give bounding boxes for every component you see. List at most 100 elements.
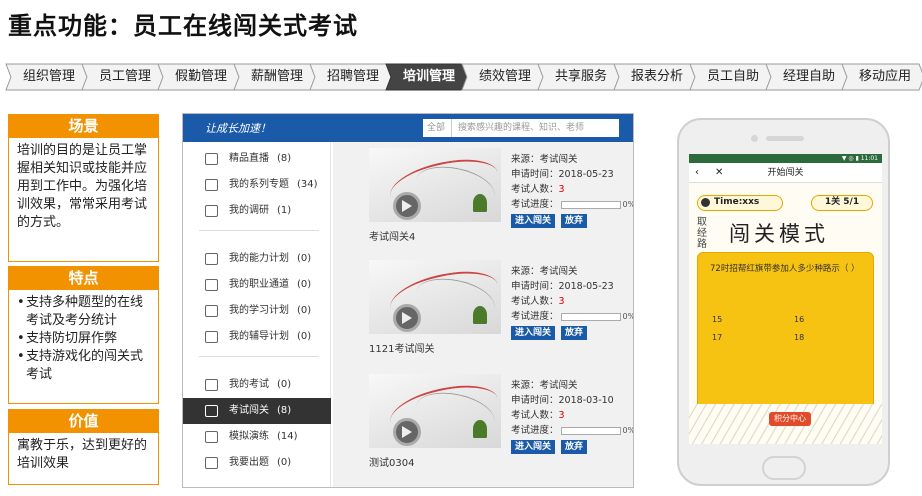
course-info: 来源：考试闯关 申请时间：2018-05-23 考试人数：3 考试进度： 0%: [511, 154, 634, 210]
course-info: 来源：考试闯关 申请时间：2018-05-23 考试人数：3 考试进度： 0%: [511, 266, 634, 322]
course-thumbnail[interactable]: [369, 148, 501, 222]
status-bar: ▼ ◎ ▮ 11:01: [689, 154, 882, 163]
feature-item: 支持防切屏作弊: [17, 330, 150, 348]
play-icon: [402, 312, 412, 324]
enter-challenge-button[interactable]: 进入闯关: [511, 214, 556, 228]
features-box: 支持多种题型的在线考试及考分统计 支持防切屏作弊 支持游戏化的闯关式考试: [8, 290, 159, 404]
nav-tab-2[interactable]: 假勤管理: [158, 64, 240, 90]
nav-tab-0[interactable]: 组织管理: [6, 64, 88, 90]
nav-tab-5[interactable]: 培训管理: [386, 64, 468, 90]
sidebar-item-6[interactable]: 我的辅导计划 (0): [183, 324, 331, 350]
value-text: 寓教于乐，达到更好的培训效果: [17, 438, 148, 471]
search-category[interactable]: 全部: [427, 119, 453, 137]
sidebar-item-10[interactable]: 我要出题 (0): [183, 450, 331, 476]
sidebar-item-9[interactable]: 模拟演练 (14): [183, 424, 331, 450]
course-info: 来源：考试闯关 申请时间：2018-03-10 考试人数：3 考试进度： 0%: [511, 380, 634, 436]
sidebar-count: (0): [277, 379, 292, 390]
progress-bar: [560, 426, 621, 435]
course-thumbnail[interactable]: [369, 374, 501, 448]
nav-tab-9[interactable]: 员工自助: [690, 64, 772, 90]
sidebar-count: (34): [297, 179, 318, 190]
sidebar-item-3[interactable]: 我的能力计划 (0): [183, 246, 331, 272]
exam-challenge-icon: [205, 405, 218, 417]
sidebar-divider: [199, 230, 319, 231]
time-badge: Time:xxs: [697, 195, 783, 211]
nav-tab-11[interactable]: 移动应用: [842, 64, 922, 90]
sidebar-label: 模拟演练: [229, 431, 269, 442]
option-d[interactable]: 18: [794, 333, 804, 342]
enter-challenge-button[interactable]: 进入闯关: [511, 440, 556, 454]
sidebar-item-8[interactable]: 考试闯关 (8): [183, 398, 331, 424]
nav-tab-label: 经理自助: [782, 69, 835, 84]
web-sidebar: 精品直播 (8) 我的系列专题 (34) 我的调研 (1) 我的能力计划 (0) 我的职业通道 (…: [183, 142, 331, 487]
nav-tab-label: 报表分析: [630, 69, 683, 84]
course-card: 测试0304 来源：考试闯关 申请时间：2018-03-10 考试人数：3 考试进度： 0…: [369, 374, 634, 484]
sidebar-label: 我的能力计划: [229, 253, 289, 264]
web-header: 让成长加速！ 全部 搜索感兴趣的课程、知识、老师: [183, 114, 633, 142]
points-center-button[interactable]: 积分中心: [769, 412, 811, 426]
quit-button[interactable]: 放弃: [561, 440, 588, 454]
nav-tab-10[interactable]: 经理自助: [766, 64, 848, 90]
sidebar-divider: [199, 356, 319, 357]
course-name[interactable]: 1121考试闯关: [369, 340, 434, 355]
course-card: 1121考试闯关 来源：考试闯关 申请时间：2018-05-23 考试人数：3 考试进度…: [369, 260, 634, 370]
value-header: 价值: [8, 409, 159, 433]
option-a[interactable]: 15: [712, 315, 722, 324]
study-plan-icon: [205, 305, 218, 317]
nav-tab-7[interactable]: 共享服务: [538, 64, 620, 90]
speaker-slot: [766, 136, 804, 141]
sidebar-label: 我的考试: [229, 379, 269, 390]
sidebar-item-5[interactable]: 我的学习计划 (0): [183, 298, 331, 324]
course-name[interactable]: 测试0304: [369, 454, 414, 469]
sidebar-count: (8): [277, 405, 292, 416]
sidebar-count: (14): [277, 431, 298, 442]
nav-tab-label: 员工自助: [706, 69, 759, 84]
nav-tab-1[interactable]: 员工管理: [82, 64, 164, 90]
question-icon: [205, 457, 218, 469]
home-button[interactable]: [762, 456, 806, 480]
sidebar-item-1[interactable]: 我的系列专题 (34): [183, 172, 331, 198]
close-icon[interactable]: ✕: [715, 163, 723, 183]
sidebar-count: (8): [277, 153, 292, 164]
nav-tab-3[interactable]: 薪酬管理: [234, 64, 316, 90]
nav-tab-8[interactable]: 报表分析: [614, 64, 696, 90]
phone-mockup: ▼ ◎ ▮ 11:01 ‹ ✕ 开始闯关 Time:xxs 1关 5/1 取经路…: [677, 118, 890, 486]
practice-icon: [205, 431, 218, 443]
clock-icon: [701, 198, 710, 207]
features-header: 特点: [8, 266, 159, 290]
nav-tab-6[interactable]: 绩效管理: [462, 64, 544, 90]
search-placeholder: 搜索感兴趣的课程、知识、老师: [458, 123, 585, 133]
course-thumbnail[interactable]: [369, 260, 501, 334]
search-input[interactable]: 全部 搜索感兴趣的课程、知识、老师: [423, 119, 619, 137]
nav-tab-label: 薪酬管理: [250, 69, 303, 84]
feature-item: 支持游戏化的闯关式考试: [17, 348, 150, 384]
sidebar-item-2[interactable]: 我的调研 (1): [183, 198, 331, 224]
web-logo: 让成长加速！: [205, 122, 271, 135]
sidebar-label: 我的职业通道: [229, 279, 289, 290]
sidebar-count: (0): [277, 457, 292, 468]
course-list: 考试闯关4 来源：考试闯关 申请时间：2018-05-23 考试人数：3 考试进度： 0%…: [333, 142, 633, 487]
course-name[interactable]: 考试闯关4: [369, 228, 415, 243]
option-b[interactable]: 16: [794, 315, 804, 324]
scene-text: 培训的目的是让员工掌握相关知识或技能并应用到工作中。为强化培训效果，常常采用考试…: [17, 143, 148, 230]
module-nav-bar: 组织管理 员工管理 假勤管理 薪酬管理 招聘管理 培训管理 绩效管理 共享服务 报表分析 员工自助…: [6, 64, 922, 90]
quit-button[interactable]: 放弃: [561, 214, 588, 228]
scene-header: 场景: [8, 114, 159, 138]
progress-bar: [560, 200, 621, 209]
sidebar-item-4[interactable]: 我的职业通道 (0): [183, 272, 331, 298]
side-text: 取经路: [697, 217, 707, 250]
exam-icon: [205, 379, 218, 391]
sidebar-label: 我的调研: [229, 205, 269, 216]
sidebar-item-0[interactable]: 精品直播 (8): [183, 146, 331, 172]
level-badge: 1关 5/1: [811, 195, 873, 211]
phone-screen: ▼ ◎ ▮ 11:01 ‹ ✕ 开始闯关 Time:xxs 1关 5/1 取经路…: [689, 154, 882, 444]
option-c[interactable]: 17: [712, 333, 722, 342]
nav-tab-4[interactable]: 招聘管理: [310, 64, 392, 90]
enter-challenge-button[interactable]: 进入闯关: [511, 326, 556, 340]
scene-box: 培训的目的是让员工掌握相关知识或技能并应用到工作中。为强化培训效果，常常采用考试…: [8, 138, 159, 262]
sidebar-count: (1): [277, 205, 292, 216]
nav-tab-label: 假勤管理: [174, 69, 227, 84]
sidebar-item-7[interactable]: 我的考试 (0): [183, 372, 331, 398]
back-arrow-icon[interactable]: ‹: [695, 163, 699, 183]
quit-button[interactable]: 放弃: [561, 326, 588, 340]
